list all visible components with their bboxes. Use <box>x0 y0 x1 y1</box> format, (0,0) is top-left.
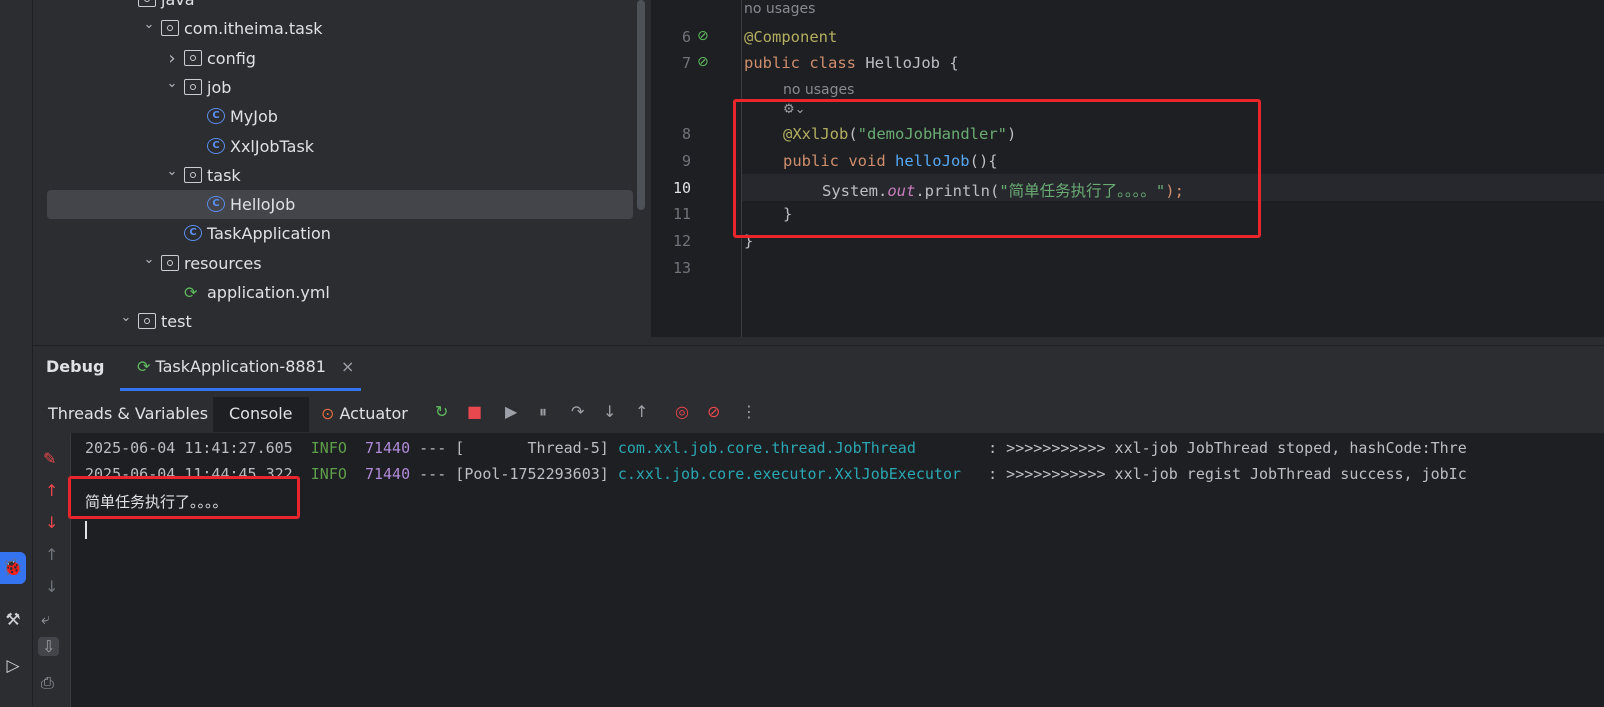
editor-gutter: 6 7 8 9 10 11 12 13 <box>651 0 742 337</box>
chevron-down-icon[interactable]: ⌄ <box>119 303 133 332</box>
editor-highlight-box <box>733 99 1261 238</box>
text-cursor <box>85 521 87 539</box>
debug-tool-icon[interactable]: 🐞 <box>0 552 26 584</box>
line-number: 10 <box>672 179 691 197</box>
soft-wrap-icon[interactable]: ⤶ <box>41 609 50 629</box>
scroll-to-end-icon[interactable]: ⇩ <box>38 637 60 656</box>
package-icon <box>184 166 202 183</box>
tree-item[interactable]: ⌄ java <box>33 0 651 14</box>
tree-item-label: java <box>161 0 195 14</box>
line-number: 9 <box>681 152 691 170</box>
console-highlight-box <box>68 476 300 519</box>
folder-icon <box>161 254 179 271</box>
tree-item[interactable]: C HelloJob <box>47 190 633 220</box>
usage-hint[interactable]: no usages <box>744 1 815 17</box>
tab-console[interactable]: Console <box>213 397 309 432</box>
line-number: 7 <box>681 54 691 72</box>
stop-icon[interactable]: ■ <box>467 402 482 421</box>
pause-icon[interactable]: ⏸ <box>539 402 547 422</box>
project-tree: ⌄java⌄com.itheima.task›config⌄jobCMyJobC… <box>33 0 651 345</box>
actuator-icon: ⊙ <box>321 404 335 423</box>
console-log-line: 2025-06-04 11:41:27.605 INFO 71440 --- [… <box>85 439 1467 457</box>
rerun-icon[interactable]: ↻ <box>435 402 448 421</box>
chevron-down-icon[interactable]: ⌄ <box>165 69 179 98</box>
folder-icon <box>138 0 156 7</box>
build-tool-icon[interactable]: ⚒ <box>0 604 26 636</box>
resume-icon[interactable]: ▶ <box>505 402 517 421</box>
package-icon <box>184 49 202 66</box>
tree-item[interactable]: C TaskApplication <box>33 219 651 248</box>
bean-gutter-icon[interactable]: ⊘ <box>697 28 709 44</box>
tree-item[interactable]: ⌄ com.itheima.task <box>33 14 651 43</box>
class-icon: C <box>207 137 225 154</box>
package-icon <box>161 20 179 37</box>
tree-item[interactable]: ⌄ job <box>33 73 651 102</box>
chevron-down-icon[interactable]: ⌄ <box>119 0 133 10</box>
close-icon[interactable]: × <box>341 357 354 376</box>
view-breakpoints-icon[interactable]: ◎ <box>675 402 689 421</box>
spring-app-class-icon: C <box>184 225 202 242</box>
tree-item[interactable]: › config <box>33 44 651 73</box>
spring-run-icon: ⟳ <box>137 357 151 376</box>
tab-task-application-session[interactable]: ⟳ TaskApplication-8881 × <box>137 357 354 376</box>
debug-title: Debug <box>46 357 105 376</box>
folder-icon <box>138 313 156 330</box>
chevron-down-icon[interactable]: ⌄ <box>142 245 156 274</box>
line-number: 11 <box>672 205 691 223</box>
line-number: 6 <box>681 28 691 46</box>
tree-item[interactable]: ⌄ test <box>33 307 651 336</box>
active-tab-indicator <box>120 388 361 391</box>
tree-item-label: HelloJob <box>230 195 296 215</box>
tree-item-label: MyJob <box>230 107 278 127</box>
mute-breakpoints-icon[interactable]: ⊘ <box>707 402 720 421</box>
usage-hint[interactable]: no usages <box>783 82 854 98</box>
tree-item[interactable]: C XxlJobTask <box>33 132 651 161</box>
down-stack-icon[interactable]: ↓ <box>45 513 58 532</box>
console-toolbar: ✎ ↑ ↓ ↑ ↓ ⤶ ⇩ ⎙ <box>33 433 71 707</box>
code-line-7: public class HelloJob { <box>744 54 959 72</box>
debug-panel: Debug ⟳ TaskApplication-8881 × Threads &… <box>33 345 1604 707</box>
line-number: 13 <box>672 259 691 277</box>
class-icon: C <box>207 196 225 213</box>
class-icon: C <box>207 108 225 125</box>
tree-item[interactable]: ⌄ resources <box>33 249 651 278</box>
tree-scrollbar[interactable] <box>637 0 645 210</box>
package-icon <box>184 78 202 95</box>
tree-item-label: test <box>161 312 192 332</box>
chevron-down-icon[interactable]: ⌄ <box>142 10 156 39</box>
tree-item-label: config <box>207 48 256 68</box>
step-over-icon[interactable]: ↷ <box>571 402 584 421</box>
chevron-down-icon[interactable]: ⌄ <box>165 157 179 186</box>
line-number: 12 <box>672 232 691 250</box>
print-icon[interactable]: ⎙ <box>41 673 54 693</box>
clear-console-icon[interactable]: ✎ <box>43 449 56 468</box>
run-tool-icon[interactable]: ▷ <box>0 650 26 682</box>
up-arrow-icon[interactable]: ↑ <box>45 545 58 564</box>
more-options-icon[interactable]: ⋮ <box>741 402 757 421</box>
down-arrow-icon[interactable]: ↓ <box>45 577 58 596</box>
tree-item-label: job <box>207 77 232 97</box>
tree-item-label: task <box>207 165 241 185</box>
step-into-icon[interactable]: ↓ <box>603 402 616 421</box>
code-line-6: @Component <box>744 28 838 46</box>
line-number: 8 <box>681 125 691 143</box>
up-stack-icon[interactable]: ↑ <box>45 481 58 500</box>
bean-gutter-icon[interactable]: ⊘ <box>697 54 709 70</box>
tree-item-label: XxlJobTask <box>230 136 315 156</box>
tree-item-label: TaskApplication <box>207 224 331 244</box>
tree-item[interactable]: C MyJob <box>33 102 651 131</box>
tree-item-label: application.yml <box>207 283 330 302</box>
left-tool-strip: 🐞 ⚒ ▷ <box>0 0 33 706</box>
tab-threads-variables[interactable]: Threads & Variables <box>48 404 208 423</box>
console-output[interactable]: ✎ ↑ ↓ ↑ ↓ ⤶ ⇩ ⎙ 2025-06-04 11:41:27.605 … <box>33 433 1604 707</box>
tree-item[interactable]: ⌄ task <box>33 161 651 190</box>
yaml-config-icon: ⟳ <box>184 283 198 302</box>
tab-actuator[interactable]: ⊙ Actuator <box>321 404 408 423</box>
step-out-icon[interactable]: ↑ <box>635 402 648 421</box>
tree-item-label: com.itheima.task <box>184 19 323 39</box>
tree-item-label: resources <box>184 253 262 273</box>
